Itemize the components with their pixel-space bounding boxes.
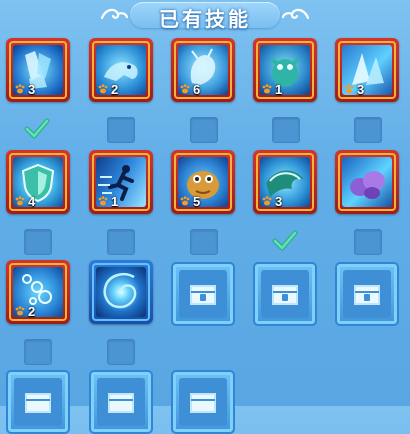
lock-icon — [354, 285, 380, 305]
skill-tile-crystal-shards[interactable]: 3 — [6, 38, 70, 102]
skill-count: 4 — [14, 194, 35, 209]
skill-count: 5 — [179, 194, 200, 209]
vortex-icon — [96, 267, 146, 317]
select-checkbox[interactable] — [272, 117, 300, 143]
locked-slot[interactable] — [171, 370, 235, 434]
skill-tile-golden-armor[interactable]: 5 — [171, 150, 235, 214]
paw-icon — [262, 196, 272, 206]
skill-tile-water-shield[interactable]: 4 — [6, 150, 70, 214]
lock-icon — [190, 285, 216, 305]
paw-icon — [344, 84, 354, 94]
paw-icon — [15, 84, 25, 94]
select-checkbox[interactable] — [107, 339, 135, 365]
paw-icon — [98, 196, 108, 206]
select-checkbox[interactable] — [190, 229, 218, 255]
paw-icon — [180, 84, 190, 94]
lock-icon — [190, 393, 216, 413]
check-icon[interactable] — [24, 117, 50, 141]
cloud-swirl-left-icon — [100, 8, 128, 20]
paw-icon — [15, 196, 25, 206]
locked-slot[interactable] — [171, 262, 235, 326]
paw-icon — [180, 196, 190, 206]
locked-slot[interactable] — [253, 262, 317, 326]
skill-count: 3 — [343, 82, 364, 97]
check-icon[interactable] — [272, 229, 298, 253]
paw-icon — [15, 306, 25, 316]
paw-icon — [262, 84, 272, 94]
lock-icon — [272, 285, 298, 305]
lock-icon — [25, 393, 51, 413]
lock-icon — [108, 393, 134, 413]
page-title: 已有技能 — [159, 9, 251, 31]
locked-slot[interactable] — [335, 262, 399, 326]
purple-crystal-icon — [342, 157, 392, 207]
select-checkbox[interactable] — [354, 117, 382, 143]
skill-tile-water-wolf[interactable]: 2 — [89, 38, 153, 102]
skill-count: 2 — [97, 82, 118, 97]
select-checkbox[interactable] — [190, 117, 218, 143]
skill-count: 2 — [14, 304, 35, 319]
select-checkbox[interactable] — [107, 229, 135, 255]
skill-tile-ice-crystal[interactable]: 3 — [335, 38, 399, 102]
skill-tile-water-wave[interactable]: 3 — [253, 150, 317, 214]
skill-tile-vortex[interactable] — [89, 260, 153, 324]
select-checkbox[interactable] — [354, 229, 382, 255]
locked-slot[interactable] — [6, 370, 70, 434]
skill-count: 1 — [97, 194, 118, 209]
paw-icon — [98, 84, 108, 94]
skill-tile-bubble-stream[interactable]: 2 — [6, 260, 70, 324]
skill-tile-ice-dragon[interactable]: 6 — [171, 38, 235, 102]
locked-slot[interactable] — [89, 370, 153, 434]
select-checkbox[interactable] — [107, 117, 135, 143]
panel-title-bar: 已有技能 — [0, 0, 410, 31]
cloud-swirl-right-icon — [282, 8, 310, 20]
skill-count: 1 — [261, 82, 282, 97]
skill-count: 6 — [179, 82, 200, 97]
select-checkbox[interactable] — [24, 339, 52, 365]
select-checkbox[interactable] — [24, 229, 52, 255]
skill-tile-dash-runner[interactable]: 1 — [89, 150, 153, 214]
skill-tile-spirit-beast[interactable]: 1 — [253, 38, 317, 102]
skill-tile-purple-crystal[interactable] — [335, 150, 399, 214]
skill-count: 3 — [261, 194, 282, 209]
skill-count: 3 — [14, 82, 35, 97]
